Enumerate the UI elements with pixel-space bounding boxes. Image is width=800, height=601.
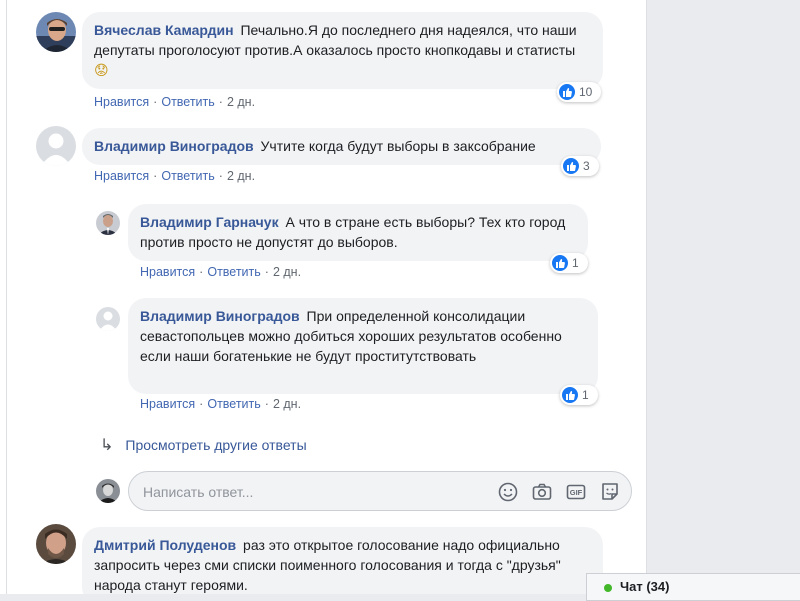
comment-actions: Нравится · Ответить · 2 дн. <box>94 169 255 183</box>
reply-actions: Нравится · Ответить · 2 дн. <box>140 265 301 279</box>
separator-dot: · <box>153 95 158 109</box>
comments-panel: Вячеслав Камардин Печально.Я до последне… <box>7 0 647 594</box>
avatar[interactable] <box>36 524 76 564</box>
reply-link[interactable]: Ответить <box>161 95 214 109</box>
like-link[interactable]: Нравится <box>140 397 195 411</box>
online-status-dot <box>604 584 612 592</box>
like-icon <box>559 84 575 100</box>
left-page-edge <box>0 0 7 594</box>
comment-author[interactable]: Вячеслав Камардин <box>94 22 234 38</box>
view-more-replies-link[interactable]: ↳ Просмотреть другие ответы <box>100 435 307 455</box>
reaction-count[interactable]: 1 <box>550 253 588 273</box>
reply-arrow-icon: ↳ <box>100 437 114 454</box>
comment-bubble: Вячеслав Камардин Печально.Я до последне… <box>82 12 603 89</box>
svg-text:GIF: GIF <box>570 488 583 497</box>
comment-actions: Нравится · Ответить · 2 дн. <box>94 95 255 109</box>
reply-composer[interactable]: GIF <box>128 471 632 511</box>
avatar[interactable] <box>96 211 120 235</box>
reaction-count[interactable]: 1 <box>560 385 598 405</box>
emoji-icon[interactable] <box>497 481 519 503</box>
like-link[interactable]: Нравится <box>94 95 149 109</box>
timestamp[interactable]: 2 дн. <box>273 265 301 279</box>
comment-text: Учтите когда будут выборы в заксобрание <box>260 138 536 154</box>
reply-bubble: Владимир Виноградов При определенной кон… <box>128 298 598 394</box>
reply-actions: Нравится · Ответить · 2 дн. <box>140 397 301 411</box>
separator-dot: · <box>264 397 269 411</box>
separator-dot: · <box>153 169 158 183</box>
comment-bubble: Дмитрий Полуденов раз это открытое голос… <box>82 527 603 594</box>
reply-author[interactable]: Владимир Виноградов <box>140 308 300 324</box>
reaction-number: 1 <box>572 256 579 270</box>
default-avatar[interactable] <box>96 307 120 331</box>
separator-dot: · <box>264 265 269 279</box>
comment-author[interactable]: Дмитрий Полуденов <box>94 537 236 553</box>
comment-bubble: Владимир Виноградов Учтите когда будут в… <box>82 128 601 165</box>
separator-dot: · <box>218 95 223 109</box>
view-more-replies-label: Просмотреть другие ответы <box>125 437 307 453</box>
separator-dot: · <box>199 265 204 279</box>
reply-author[interactable]: Владимир Гарначук <box>140 214 279 230</box>
camera-icon[interactable] <box>531 481 553 503</box>
current-user-avatar <box>96 479 120 503</box>
timestamp[interactable]: 2 дн. <box>227 95 255 109</box>
reaction-number: 1 <box>582 388 589 402</box>
reaction-number: 3 <box>583 159 590 173</box>
reply-input[interactable] <box>141 481 485 503</box>
avatar[interactable] <box>36 12 76 52</box>
reply-bubble: Владимир Гарначук А что в стране есть вы… <box>128 204 588 261</box>
separator-dot: · <box>199 397 204 411</box>
like-icon <box>562 387 578 403</box>
chat-bar[interactable]: Чат (34) <box>586 573 800 601</box>
like-link[interactable]: Нравится <box>140 265 195 279</box>
separator-dot: · <box>218 169 223 183</box>
reaction-number: 10 <box>579 85 593 99</box>
like-icon <box>552 255 568 271</box>
reply-link[interactable]: Ответить <box>207 265 260 279</box>
comment-author[interactable]: Владимир Виноградов <box>94 138 254 154</box>
timestamp[interactable]: 2 дн. <box>273 397 301 411</box>
like-icon <box>563 158 579 174</box>
reaction-count[interactable]: 3 <box>561 156 599 176</box>
reaction-count[interactable]: 10 <box>557 82 601 102</box>
chat-label: Чат (34) <box>620 579 670 594</box>
timestamp[interactable]: 2 дн. <box>227 169 255 183</box>
sticker-icon[interactable] <box>599 481 621 503</box>
worried-face-emoji: 😟 <box>94 63 109 79</box>
reply-link[interactable]: Ответить <box>207 397 260 411</box>
like-link[interactable]: Нравится <box>94 169 149 183</box>
gif-icon[interactable]: GIF <box>565 481 587 503</box>
default-avatar[interactable] <box>36 126 76 166</box>
reply-link[interactable]: Ответить <box>161 169 214 183</box>
